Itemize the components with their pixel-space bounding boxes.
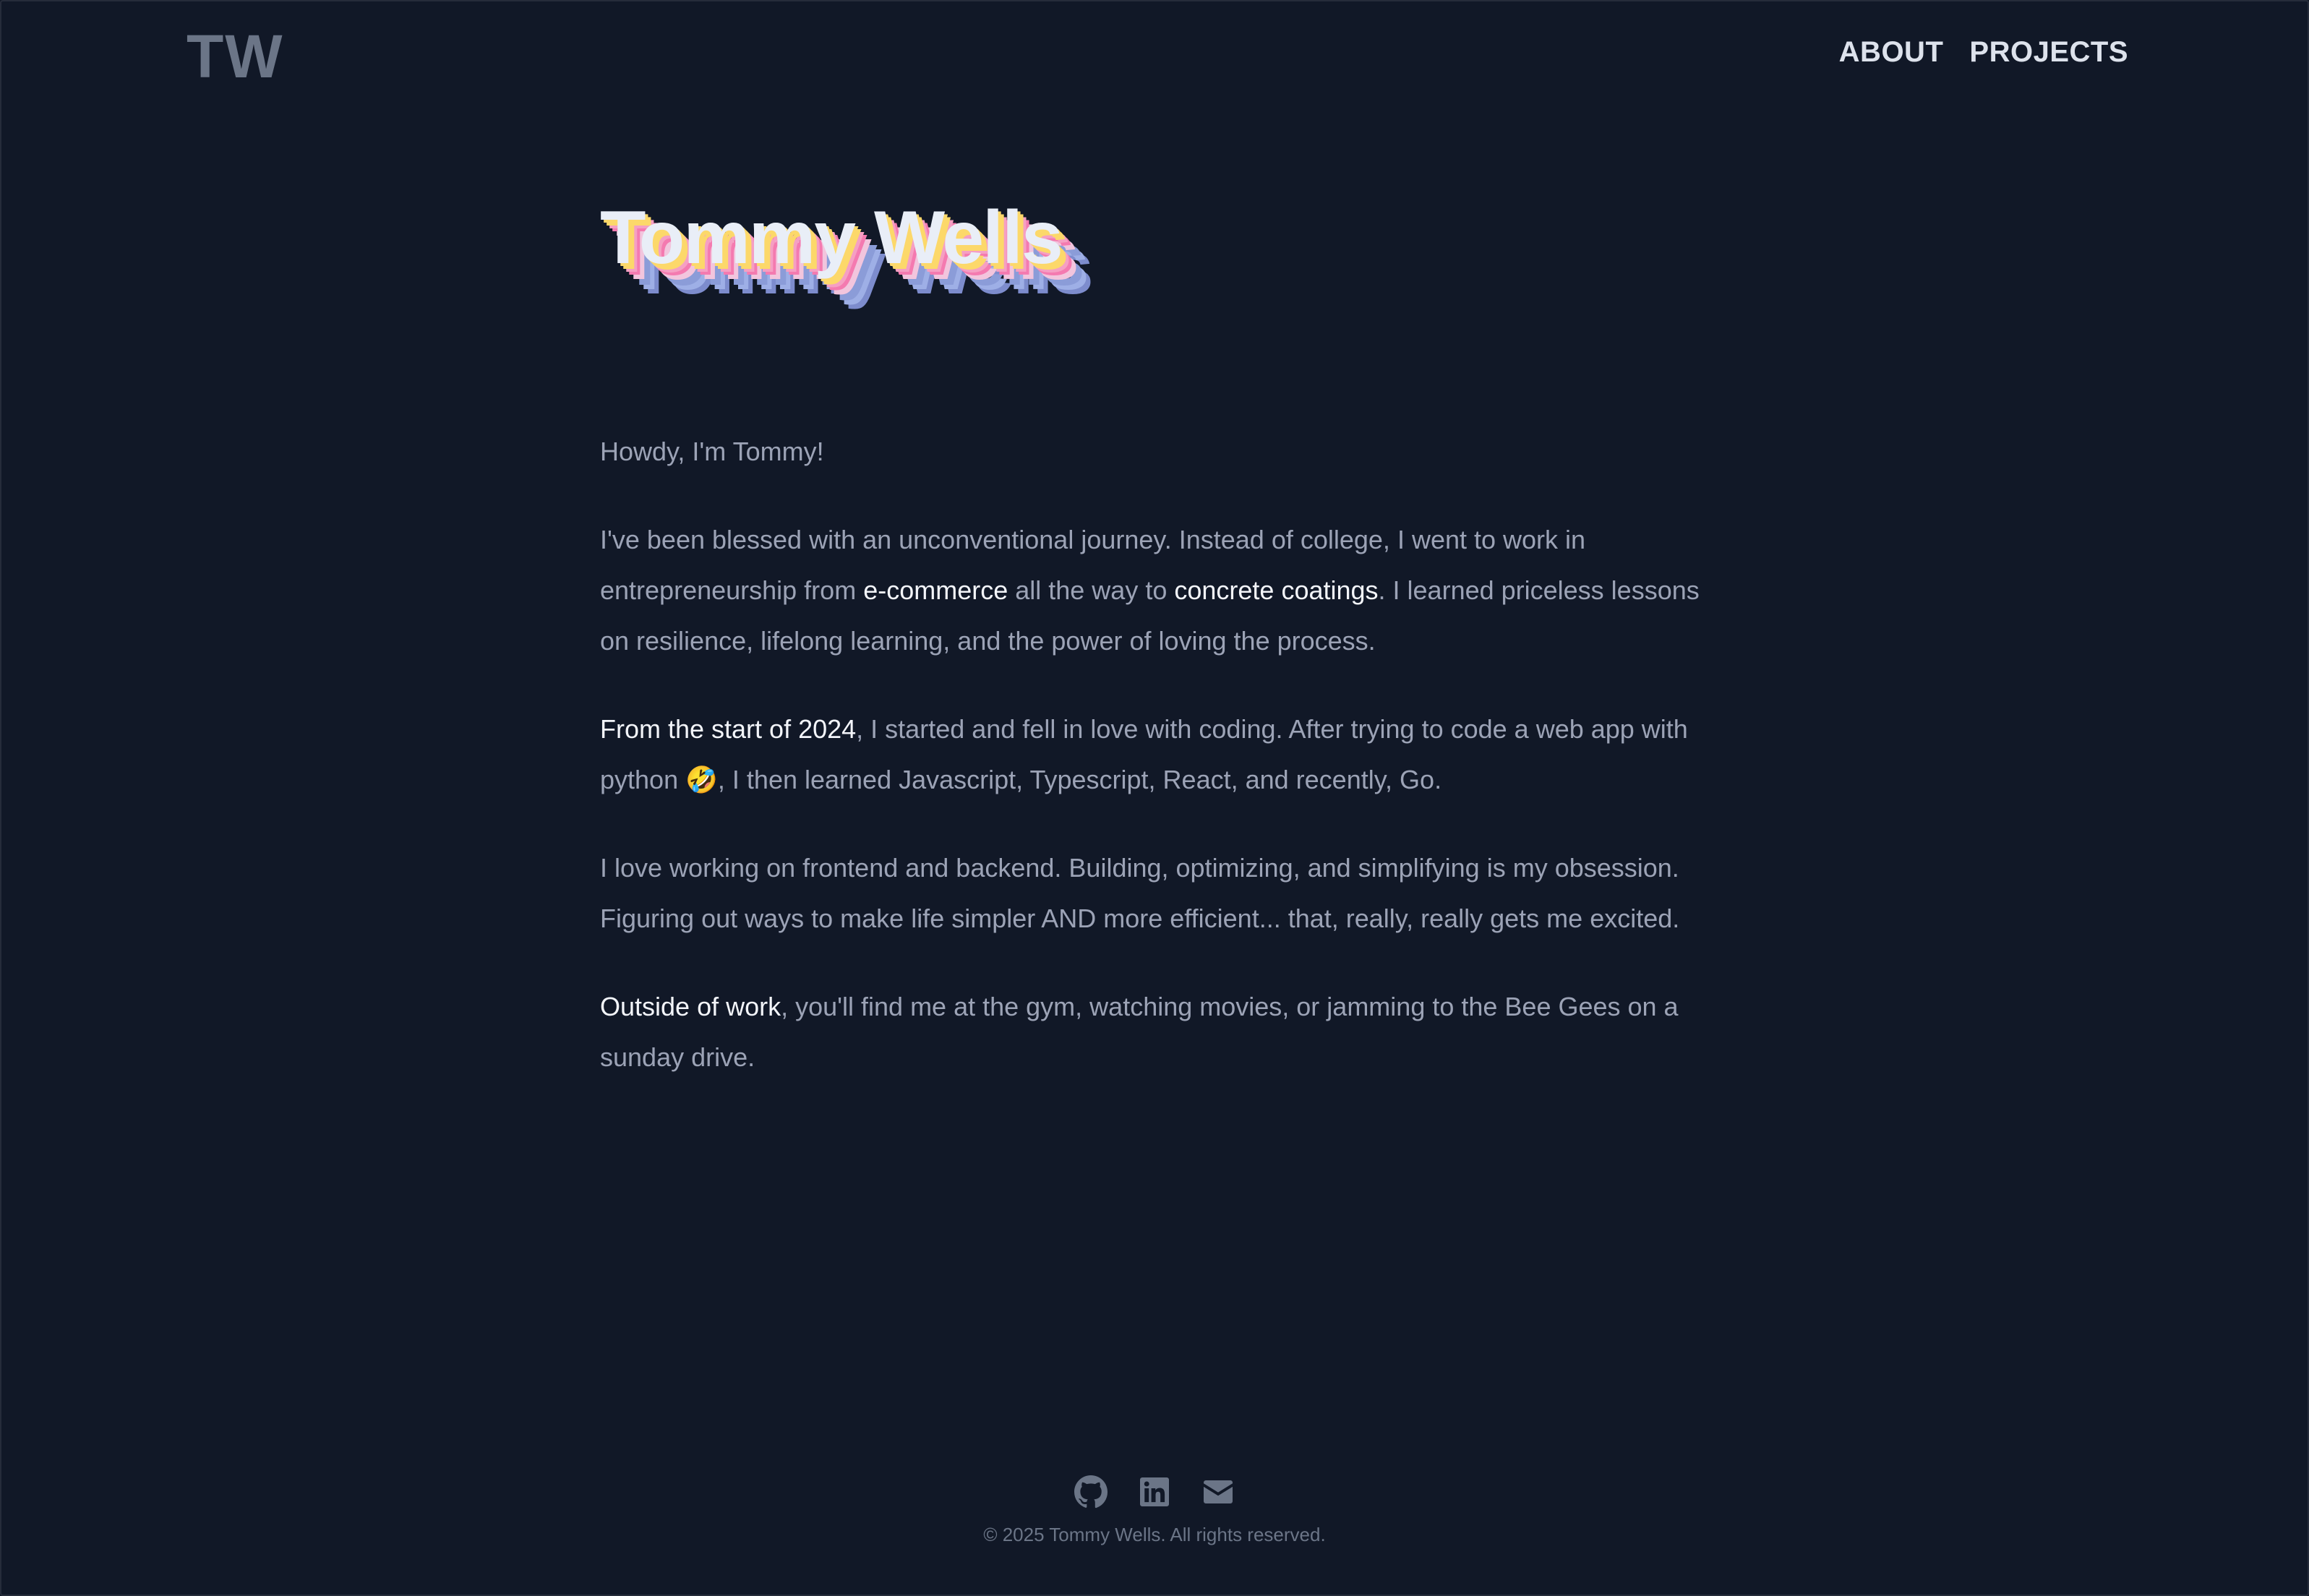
- site-logo[interactable]: TW: [187, 22, 284, 92]
- journey-paragraph: I've been blessed with an unconventional…: [600, 515, 1713, 666]
- site-header: TW ABOUT PROJECTS: [0, 0, 2309, 116]
- about-content: Howdy, I'm Tommy! I've been blessed with…: [600, 426, 1713, 1120]
- copyright-text: © 2025 Tommy Wells. All rights reserved.: [983, 1524, 1326, 1545]
- github-icon[interactable]: [1074, 1475, 1108, 1509]
- ecommerce-link[interactable]: e-commerce: [863, 575, 1008, 605]
- coding-text-2: , I then learned Javascript, Typescript,…: [717, 765, 1442, 794]
- mail-icon[interactable]: [1201, 1475, 1235, 1509]
- work-paragraph: I love working on frontend and backend. …: [600, 843, 1713, 944]
- concrete-coatings-link[interactable]: concrete coatings: [1174, 575, 1378, 605]
- work-text: I love working on frontend and backend. …: [600, 853, 1680, 933]
- coding-paragraph: From the start of 2024, I started and fe…: [600, 704, 1713, 805]
- journey-text-2: all the way to: [1008, 575, 1175, 605]
- social-links: [0, 1475, 2309, 1509]
- start-2024-link[interactable]: From the start of 2024: [600, 714, 856, 744]
- nav-link-about[interactable]: ABOUT: [1839, 36, 1944, 69]
- hero-name: Tommy Wells: [600, 196, 1063, 280]
- site-footer: © 2025 Tommy Wells. All rights reserved.: [0, 1475, 2309, 1546]
- greeting-text: Howdy, I'm Tommy!: [600, 437, 824, 466]
- outside-of-work-link[interactable]: Outside of work: [600, 992, 781, 1021]
- linkedin-icon[interactable]: [1137, 1475, 1172, 1509]
- greeting-paragraph: Howdy, I'm Tommy!: [600, 426, 1713, 477]
- nav-link-projects[interactable]: PROJECTS: [1969, 36, 2128, 69]
- main-nav: ABOUT PROJECTS: [1839, 36, 2128, 69]
- hobbies-paragraph: Outside of work, you'll find me at the g…: [600, 982, 1713, 1083]
- hero: Tommy Wells: [600, 195, 1251, 340]
- laughing-emoji: 🤣: [685, 765, 718, 794]
